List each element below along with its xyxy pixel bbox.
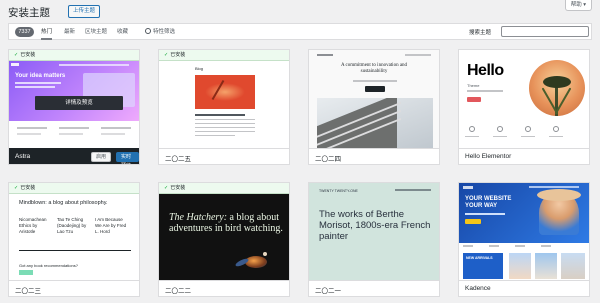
- theme-name: Kadence: [465, 285, 491, 292]
- theme-card-astra[interactable]: ✓ 已安装 Your idea matters 详情及预览 Astra 启用 实时…: [8, 49, 140, 165]
- check-icon: ✓: [14, 185, 19, 191]
- details-preview-button[interactable]: 详情及预览: [35, 96, 123, 110]
- theme-screenshot: A commitment to innovation and sustainab…: [309, 50, 439, 150]
- installed-banner: ✓ 已安装: [9, 183, 139, 194]
- installed-banner: ✓ 已安装: [9, 50, 139, 61]
- astra-hero-title: Your idea matters: [15, 73, 66, 79]
- installed-banner: ✓ 已安装: [159, 183, 289, 194]
- theme-card-footer: 二〇二五: [159, 148, 289, 164]
- theme-card-twentytwentyfour[interactable]: A commitment to innovation and sustainab…: [308, 49, 440, 165]
- kadence-hero-title: YOUR WEBSITE YOUR WAY: [465, 196, 512, 209]
- installed-banner: ✓ 已安装: [159, 50, 289, 61]
- activate-button[interactable]: 启用: [91, 152, 112, 162]
- tt1-headline: The works of Berthe Morisot, 1800s-era F…: [319, 209, 431, 242]
- search-label: 搜索主题: [469, 30, 492, 36]
- tab-block-themes[interactable]: 区块主题: [85, 28, 107, 36]
- theme-name: 二〇二二: [165, 288, 191, 295]
- theme-card-footer: 二〇二四: [309, 148, 439, 164]
- tt3-headline: Mindblown: a blog about philosophy.: [19, 200, 108, 206]
- tab-favorites[interactable]: 收藏: [117, 28, 128, 36]
- search-input[interactable]: [501, 26, 589, 37]
- theme-screenshot: Your idea matters 详情及预览: [9, 61, 139, 150]
- theme-screenshot: TWENTY TWENTY-ONE The works of Berthe Mo…: [309, 183, 439, 282]
- theme-card-twentytwentythree[interactable]: ✓ 已安装 Mindblown: a blog about philosophy.…: [8, 182, 140, 297]
- theme-name: 二〇二一: [315, 288, 341, 295]
- theme-card-footer: Hello Elementor: [459, 148, 589, 164]
- theme-card-twentytwentyfive[interactable]: ✓ 已安装 Blog 二〇二五: [158, 49, 290, 165]
- page-header: 安装主题 上传主题 帮助 ▾: [0, 0, 600, 22]
- theme-card-footer: Astra 启用 实时预览: [9, 148, 139, 164]
- theme-screenshot: YOUR WEBSITE YOUR WAY NEW ARRIVALS: [459, 183, 589, 282]
- theme-card-footer: 二〇二一: [309, 280, 439, 296]
- filter-bar: 7337 热门 最新 区块主题 收藏 特性筛选 搜索主题: [8, 23, 592, 40]
- check-icon: ✓: [164, 52, 169, 58]
- theme-name: Astra: [15, 153, 31, 160]
- theme-card-twentytwentyone[interactable]: TWENTY TWENTY-ONE The works of Berthe Mo…: [308, 182, 440, 297]
- tab-popular[interactable]: 热门: [41, 28, 53, 40]
- theme-card-footer: 二〇二二: [159, 280, 289, 296]
- page-title: 安装主题: [8, 7, 50, 19]
- upload-theme-button[interactable]: 上传主题: [68, 5, 101, 18]
- theme-card-hello-elementor[interactable]: Hello Theme Hello Elementor: [458, 49, 590, 165]
- tt4-headline: A commitment to innovation and sustainab…: [340, 63, 408, 74]
- check-icon: ✓: [14, 52, 19, 58]
- theme-card-footer: 二〇二三: [9, 280, 139, 296]
- tt2-headline: The Hatchery: a blog about adventures in…: [169, 212, 283, 234]
- theme-card-footer: Kadence: [459, 280, 589, 296]
- theme-name: Hello Elementor: [465, 153, 512, 160]
- gear-icon: [145, 28, 151, 34]
- theme-name: 二〇二三: [15, 288, 41, 295]
- feature-filter-label: 特性筛选: [153, 29, 176, 35]
- tab-latest[interactable]: 最新: [64, 28, 75, 36]
- feature-filter-button[interactable]: 特性筛选: [145, 28, 175, 36]
- theme-name: 二〇二四: [315, 156, 341, 163]
- help-tab-button[interactable]: 帮助 ▾: [564, 0, 592, 11]
- theme-card-twentytwentytwo[interactable]: ✓ 已安装 The Hatchery: a blog about adventur…: [158, 182, 290, 297]
- check-icon: ✓: [164, 185, 169, 191]
- hello-hero-title: Hello: [467, 62, 504, 79]
- theme-screenshot: The Hatchery: a blog about adventures in…: [159, 194, 289, 282]
- theme-name: 二〇二五: [165, 156, 191, 163]
- theme-screenshot: Hello Theme: [459, 50, 589, 150]
- theme-screenshot: Blog: [159, 61, 289, 150]
- live-preview-button[interactable]: 实时预览: [116, 152, 139, 164]
- theme-screenshot: Mindblown: a blog about philosophy. Nico…: [9, 194, 139, 282]
- theme-card-kadence[interactable]: YOUR WEBSITE YOUR WAY NEW ARRIVALS Kaden…: [458, 182, 590, 297]
- theme-count-badge: 7337: [15, 27, 34, 37]
